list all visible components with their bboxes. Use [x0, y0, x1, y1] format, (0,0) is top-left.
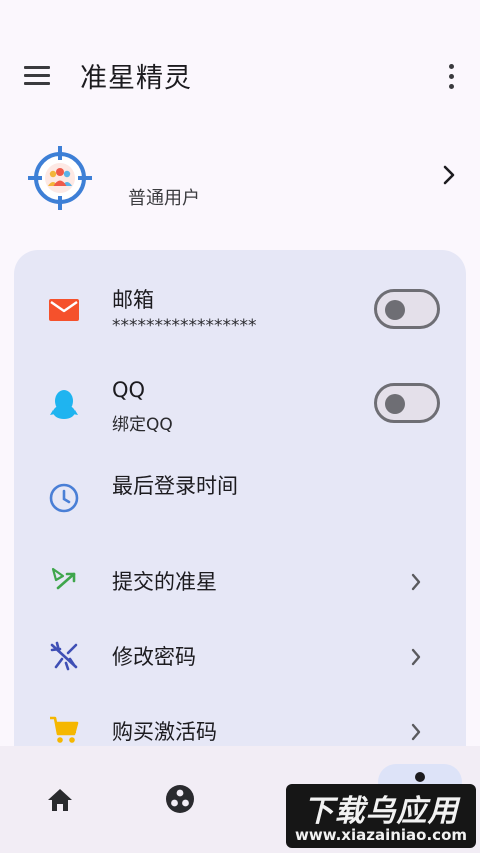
last-login-title: 最后登录时间 — [112, 474, 238, 498]
chevron-right-icon — [443, 165, 455, 185]
chevron-right-icon — [411, 573, 421, 591]
avatar — [28, 146, 92, 210]
nav-community[interactable] — [120, 746, 240, 853]
submitted-crosshair-title: 提交的准星 — [112, 570, 217, 594]
watermark: 下载乌应用 www.xiazainiao.com — [286, 784, 476, 848]
purchase-code-title: 购买激活码 — [112, 720, 217, 744]
qq-toggle[interactable] — [374, 383, 440, 423]
qq-title: QQ — [112, 378, 146, 402]
app-bar: 准星精灵 — [0, 40, 480, 112]
watermark-url: www.xiazainiao.com — [294, 826, 468, 844]
watermark-title: 下载乌应用 — [303, 794, 459, 829]
last-login-row: 最后登录时间 — [14, 460, 466, 540]
email-toggle[interactable] — [374, 289, 440, 329]
qq-subtitle: 绑定QQ — [112, 415, 173, 435]
more-options-icon[interactable] — [444, 64, 458, 90]
email-value: ***************** — [112, 316, 257, 336]
community-icon — [166, 785, 194, 813]
email-title: 邮箱 — [112, 288, 154, 312]
user-type-label: 普通用户 — [128, 188, 200, 209]
app-title: 准星精灵 — [80, 63, 192, 94]
settings-card: 邮箱 ***************** QQ 绑定QQ 最后登录时间 提交的准… — [14, 250, 466, 810]
cart-icon — [50, 716, 79, 743]
email-row: 邮箱 ***************** — [14, 274, 466, 354]
clock-icon — [49, 483, 79, 513]
chevron-right-icon — [411, 723, 421, 741]
profile-header[interactable]: 普通用户 — [0, 140, 480, 220]
chevron-right-icon — [411, 648, 421, 666]
qq-row: QQ 绑定QQ — [14, 368, 466, 448]
change-password-row[interactable]: 修改密码 — [14, 625, 466, 705]
nav-home[interactable] — [0, 746, 120, 853]
qq-icon — [50, 390, 78, 419]
home-icon — [48, 789, 72, 811]
submitted-crosshair-row[interactable]: 提交的准星 — [14, 550, 466, 630]
email-icon — [49, 299, 79, 321]
submit-crosshair-icon — [51, 567, 76, 590]
change-password-title: 修改密码 — [112, 645, 196, 669]
menu-icon[interactable] — [24, 66, 50, 86]
password-icon — [50, 641, 78, 671]
